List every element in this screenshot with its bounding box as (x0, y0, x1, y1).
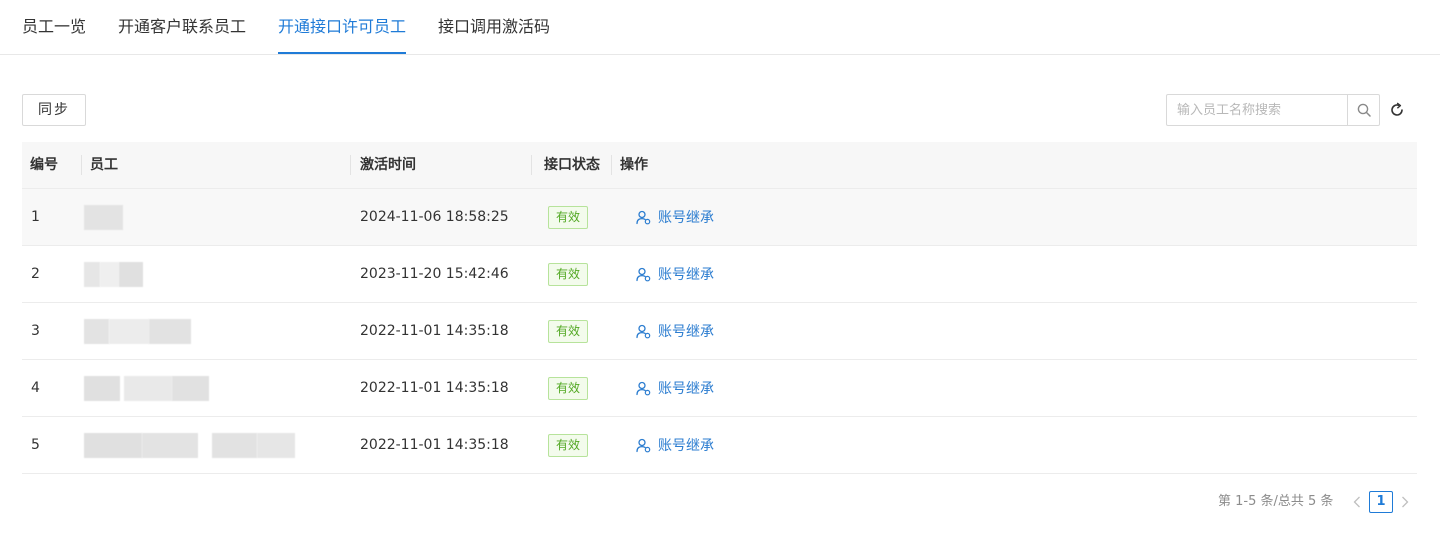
header-api-status: 接口状态 (544, 157, 600, 173)
search-input[interactable] (1167, 95, 1349, 125)
chevron-left-icon (1353, 496, 1360, 508)
prev-page-button[interactable] (1350, 495, 1364, 509)
row-activation-time: 2022-11-01 14:35:18 (360, 437, 509, 453)
chevron-right-icon (1402, 496, 1409, 508)
status-badge: 有效 (548, 377, 588, 400)
row-id: 4 (31, 380, 40, 396)
header-divider (81, 155, 82, 175)
search-icon (1357, 103, 1371, 117)
header-divider (611, 155, 612, 175)
active-tab-indicator (278, 52, 406, 54)
table-row: 5 2022-11-01 14:35:18 有效 账号继承 (22, 417, 1417, 474)
inherit-account-link[interactable]: 账号继承 (636, 189, 714, 245)
header-activation-time: 激活时间 (360, 157, 416, 173)
row-id: 3 (31, 323, 40, 339)
user-transfer-icon (636, 210, 651, 224)
refresh-button[interactable] (1388, 101, 1406, 119)
search-box (1166, 94, 1380, 126)
table-row: 4 2022-11-01 14:35:18 有效 账号继承 (22, 360, 1417, 417)
page-number-button[interactable]: 1 (1369, 491, 1393, 513)
search-button[interactable] (1347, 95, 1379, 125)
header-divider (350, 155, 351, 175)
user-transfer-icon (636, 381, 651, 395)
next-page-button[interactable] (1398, 495, 1412, 509)
table-row: 2 2023-11-20 15:42:46 有效 账号继承 (22, 246, 1417, 303)
action-label: 账号继承 (658, 267, 714, 283)
action-label: 账号继承 (658, 381, 714, 397)
row-id: 5 (31, 437, 40, 453)
table-header: 编号 员工 激活时间 接口状态 操作 (22, 142, 1417, 189)
header-employee: 员工 (90, 157, 118, 173)
inherit-account-link[interactable]: 账号继承 (636, 303, 714, 359)
table-row: 1 2024-11-06 18:58:25 有效 账号继承 (22, 189, 1417, 246)
tab-activation-codes[interactable]: 接口调用激活码 (438, 0, 550, 55)
row-activation-time: 2023-11-20 15:42:46 (360, 266, 509, 282)
row-id: 2 (31, 266, 40, 282)
action-label: 账号继承 (658, 210, 714, 226)
header-actions: 操作 (620, 157, 648, 173)
row-activation-time: 2022-11-01 14:35:18 (360, 380, 509, 396)
status-badge: 有效 (548, 263, 588, 286)
sync-button[interactable]: 同步 (22, 94, 86, 126)
user-transfer-icon (636, 267, 651, 281)
status-badge: 有效 (548, 320, 588, 343)
inherit-account-link[interactable]: 账号继承 (636, 417, 714, 473)
header-id: 编号 (30, 157, 58, 173)
refresh-icon (1391, 102, 1403, 116)
row-activation-time: 2024-11-06 18:58:25 (360, 209, 509, 225)
pagination: 第 1-5 条/总共 5 条 1 (0, 491, 1440, 515)
row-activation-time: 2022-11-01 14:35:18 (360, 323, 509, 339)
row-id: 1 (31, 209, 40, 225)
tab-employee-overview[interactable]: 员工一览 (22, 0, 86, 55)
tab-customer-contact-staff[interactable]: 开通客户联系员工 (118, 0, 246, 55)
action-label: 账号继承 (658, 438, 714, 454)
user-transfer-icon (636, 438, 651, 452)
table-row: 3 2022-11-01 14:35:18 有效 账号继承 (22, 303, 1417, 360)
status-badge: 有效 (548, 434, 588, 457)
status-badge: 有效 (548, 206, 588, 229)
staff-table: 编号 员工 激活时间 接口状态 操作 1 2024-11-06 18:58:25… (22, 142, 1417, 474)
tab-api-license-staff[interactable]: 开通接口许可员工 (278, 0, 406, 55)
tab-bar: 员工一览 开通客户联系员工 开通接口许可员工 接口调用激活码 (0, 0, 1440, 55)
pagination-summary: 第 1-5 条/总共 5 条 (1218, 494, 1334, 509)
action-label: 账号继承 (658, 324, 714, 340)
user-transfer-icon (636, 324, 651, 338)
inherit-account-link[interactable]: 账号继承 (636, 360, 714, 416)
header-divider (531, 155, 532, 175)
inherit-account-link[interactable]: 账号继承 (636, 246, 714, 302)
